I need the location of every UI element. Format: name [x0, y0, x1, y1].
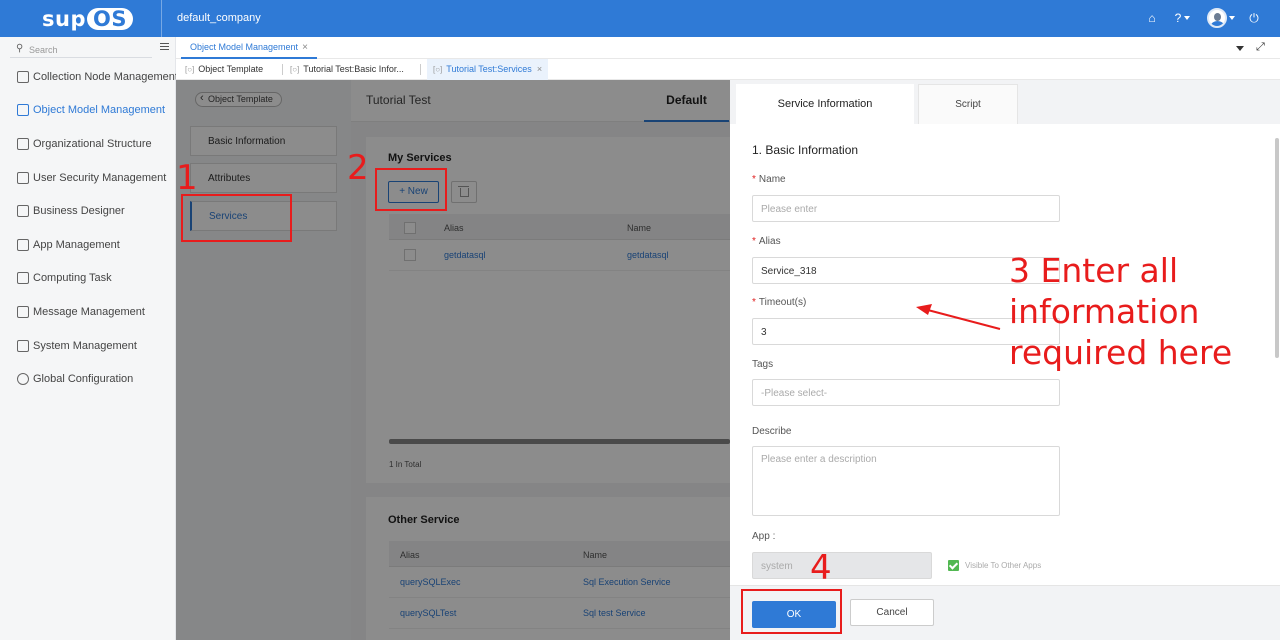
name-label: * Name — [752, 174, 786, 185]
sidebar-item-label: System Management — [33, 340, 137, 352]
org-icon — [17, 138, 29, 150]
topbar-divider — [161, 0, 162, 37]
timeout-label-text: Timeout(s) — [758, 297, 807, 308]
sidebar: ⚲ Search Collection Node Management Obje… — [0, 37, 178, 640]
help-icon[interactable]: ? — [1171, 11, 1185, 25]
logo-os: OS — [86, 8, 133, 30]
app-label: App : — [752, 531, 776, 542]
annotation-box-ok — [741, 589, 842, 634]
tab-separator — [420, 64, 421, 75]
sidebar-item-collection-node[interactable]: Collection Node Management — [0, 62, 178, 92]
sidebar-item-label: Collection Node Management — [33, 71, 178, 83]
annotation-step-3: 3 Enter all information required here — [1009, 251, 1233, 372]
search-placeholder: Search — [29, 45, 58, 55]
tab-label: Object Model Management — [190, 42, 299, 52]
logo-text: sup — [42, 7, 86, 31]
template-icon: [○] — [433, 65, 443, 74]
tab-separator — [282, 64, 283, 75]
annotation-box-services — [181, 194, 292, 242]
tab-label: Object Template — [198, 64, 264, 74]
search-input[interactable]: ⚲ Search — [10, 42, 152, 58]
template-icon: [○] — [185, 65, 195, 74]
annotation-arrow — [916, 304, 1001, 330]
sidebar-item-business-designer[interactable]: Business Designer — [0, 196, 176, 226]
drawer-tab-bar: Service Information Script — [730, 80, 1280, 124]
describe-textarea[interactable]: Please enter a description — [752, 446, 1060, 516]
sidebar-item-message-management[interactable]: Message Management — [0, 297, 176, 327]
timeout-label: * Timeout(s) — [752, 297, 806, 308]
sidebar-item-label: Computing Task — [33, 272, 112, 284]
sidebar-item-label: Global Configuration — [33, 373, 134, 385]
sidebar-item-label: User Security Management — [33, 172, 167, 184]
tab-tutorial-basic-info[interactable]: [○] Tutorial Test:Basic Infor... — [290, 59, 404, 80]
annotation-step-2: 2 — [347, 148, 369, 188]
tags-select[interactable]: -Please select- — [752, 379, 1060, 406]
tags-label: Tags — [752, 359, 774, 370]
visible-label: Visible To Other Apps — [965, 561, 1042, 570]
expand-icon[interactable]: ⤢ — [1256, 41, 1265, 54]
message-icon — [17, 306, 29, 318]
edit-icon — [17, 205, 29, 217]
sub-tab-bar: [○] Object Template [○] Tutorial Test:Basi… — [176, 59, 1280, 80]
sidebar-item-user-security[interactable]: User Security Management — [0, 163, 176, 193]
name-label-text: Name — [758, 174, 786, 185]
alias-label-text: Alias — [758, 236, 781, 247]
avatar[interactable] — [1207, 8, 1227, 28]
sidebar-item-app-management[interactable]: App Management — [0, 230, 176, 260]
search-icon: ⚲ — [16, 43, 24, 54]
tab-service-information[interactable]: Service Information — [736, 84, 914, 124]
tab-script[interactable]: Script — [918, 84, 1018, 124]
sidebar-item-organizational-structure[interactable]: Organizational Structure — [0, 129, 176, 159]
close-icon[interactable]: × — [537, 64, 542, 74]
name-field[interactable]: Please enter — [752, 195, 1060, 222]
sidebar-item-label: Message Management — [33, 306, 145, 318]
tab-object-template[interactable]: [○] Object Template — [185, 59, 263, 80]
cancel-button[interactable]: Cancel — [850, 599, 934, 626]
nodes-icon — [17, 71, 29, 83]
shield-icon — [17, 172, 29, 184]
tab-object-model-management[interactable]: Object Model Management × — [181, 37, 317, 59]
section-title: 1. Basic Information — [752, 143, 859, 157]
sidebar-item-computing-task[interactable]: Computing Task — [0, 263, 176, 293]
describe-label: Describe — [752, 426, 792, 437]
app-field: system — [752, 552, 932, 579]
task-icon — [17, 272, 29, 284]
required-marker: * — [752, 297, 756, 308]
tab-tutorial-services[interactable]: [○] Tutorial Test:Services × — [427, 59, 549, 80]
sidebar-item-label: App Management — [33, 239, 120, 251]
gear-icon — [17, 373, 29, 385]
grid-icon — [17, 340, 29, 352]
main-tab-bar: Object Model Management × ⤢ — [176, 37, 1280, 59]
sidebar-item-label: Organizational Structure — [33, 138, 152, 150]
visible-checkbox[interactable] — [948, 560, 959, 571]
annotation-step-4: 4 — [810, 548, 832, 588]
modal-overlay[interactable] — [176, 80, 730, 640]
vertical-scrollbar[interactable] — [1275, 138, 1279, 358]
user-dropdown-caret[interactable] — [1229, 16, 1235, 20]
help-dropdown-caret[interactable] — [1184, 16, 1190, 20]
sidebar-item-label: Business Designer — [33, 205, 125, 217]
top-bar: sup OS default_company ⌂ ? ⏻ — [0, 0, 1280, 37]
annotation-box-new — [375, 168, 447, 211]
close-icon[interactable]: × — [302, 42, 308, 53]
company-name[interactable]: default_company — [177, 12, 261, 24]
alias-label: * Alias — [752, 236, 781, 247]
sidebar-item-label: Object Model Management — [33, 104, 166, 116]
grid-icon — [17, 239, 29, 251]
power-icon[interactable]: ⏻ — [1247, 11, 1261, 25]
template-icon: [○] — [290, 65, 300, 74]
cube-icon — [17, 104, 29, 116]
required-marker: * — [752, 174, 756, 185]
tab-label: Tutorial Test:Basic Infor... — [303, 64, 404, 74]
collapse-menu-icon[interactable] — [160, 43, 169, 52]
suposlogo[interactable]: sup OS — [42, 7, 133, 31]
home-icon[interactable]: ⌂ — [1145, 11, 1159, 25]
annotation-step-1: 1 — [176, 158, 198, 198]
required-marker: * — [752, 236, 756, 247]
sidebar-item-object-model[interactable]: Object Model Management — [0, 95, 176, 125]
sidebar-item-system-management[interactable]: System Management — [0, 331, 176, 361]
sidebar-item-global-configuration[interactable]: Global Configuration — [0, 364, 176, 394]
tab-label: Tutorial Test:Services — [446, 64, 532, 74]
chevron-down-icon[interactable] — [1236, 46, 1244, 51]
